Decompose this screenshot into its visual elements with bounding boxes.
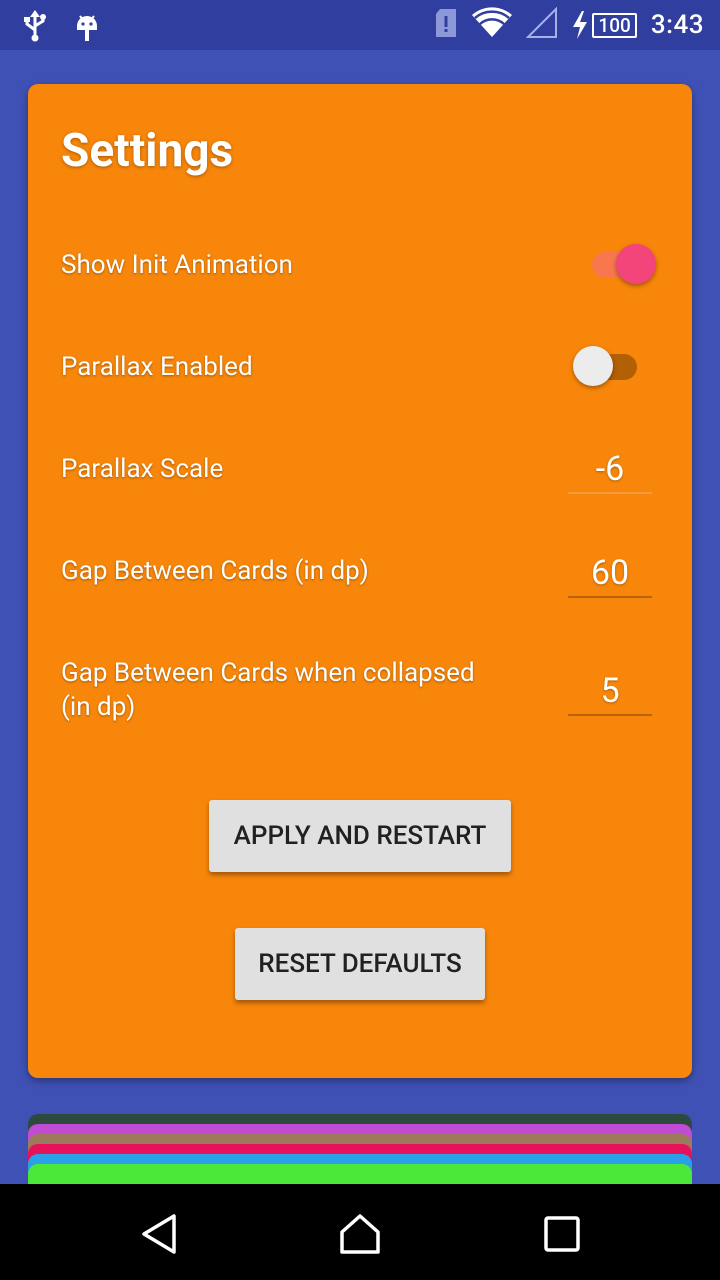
battery-icon: 100 [572, 11, 637, 39]
gap-between-cards-input[interactable]: 60 [568, 550, 652, 598]
show-init-animation-label: Show Init Animation [61, 250, 293, 280]
gap-between-cards-label: Gap Between Cards (in dp) [61, 556, 369, 586]
settings-card: Settings Show Init Animation Parallax En… [28, 84, 692, 1078]
sim-alert-icon [434, 7, 458, 43]
gap-collapsed-label-line2: (in dp) [61, 692, 136, 722]
parallax-enabled-label: Parallax Enabled [61, 352, 253, 382]
gap-collapsed-label: Gap Between Cards when collapsed (in dp) [61, 656, 475, 724]
back-icon[interactable] [138, 1212, 182, 1256]
gap-collapsed-label-line1: Gap Between Cards when collapsed [61, 658, 475, 688]
parallax-scale-label: Parallax Scale [61, 454, 224, 484]
gap-collapsed-input[interactable]: 5 [568, 668, 652, 716]
clock: 3:43 [650, 10, 704, 40]
wifi-icon [472, 7, 513, 43]
status-bar: 100 3:43 [0, 0, 720, 50]
navigation-bar [0, 1184, 720, 1280]
battery-level: 100 [592, 12, 637, 38]
cell-signal-icon [525, 6, 558, 43]
charging-icon [573, 11, 588, 39]
android-debug-icon [74, 10, 100, 46]
parallax-scale-input[interactable]: -6 [568, 446, 652, 494]
reset-defaults-button[interactable]: RESET DEFAULTS [235, 928, 485, 1000]
show-init-animation-switch[interactable] [586, 242, 656, 286]
page-title: Settings [61, 124, 234, 178]
parallax-enabled-switch[interactable] [573, 344, 643, 388]
usb-icon [22, 10, 48, 46]
recents-icon[interactable] [540, 1212, 584, 1256]
apply-and-restart-button[interactable]: APPLY AND RESTART [209, 800, 511, 872]
home-icon[interactable] [338, 1212, 382, 1256]
